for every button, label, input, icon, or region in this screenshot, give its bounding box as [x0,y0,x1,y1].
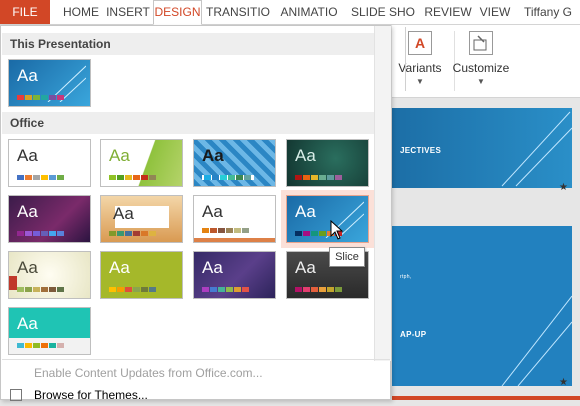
theme-preview-text: Aa [17,202,38,221]
section-header-this-presentation: This Presentation [2,33,374,55]
customize-button[interactable]: Customize ▼ [450,29,512,93]
chevron-down-icon: ▼ [477,77,485,86]
theme-preview-text: Aa [17,314,38,333]
themes-gallery-dropdown: This Presentation Aa Office Aa Aa Aa Aa … [0,25,391,402]
theme-retrospect[interactable]: Aa [193,195,276,243]
theme-preview-text: Aa [295,202,316,221]
theme-preview-text: Aa [109,258,130,277]
tab-file[interactable]: FILE [0,0,50,24]
theme-frame[interactable]: Aa [8,307,91,355]
color-swatches [295,175,343,180]
color-swatches [17,175,65,180]
theme-slice[interactable]: Aa [281,190,374,248]
theme-preview-text: Aa [113,204,134,223]
section-header-office: Office [2,112,374,134]
customize-label: Customize [452,61,510,75]
color-swatches [202,175,254,180]
tab-slide-show[interactable]: SLIDE SHO [350,0,416,24]
theme-office[interactable]: Aa [8,139,91,187]
color-swatches [202,228,250,233]
tab-home[interactable]: HOME [58,0,104,24]
theme-preview-text: Aa [295,258,316,277]
color-swatches [202,287,250,292]
color-swatches [17,231,65,236]
theme-accent-mark [9,276,17,290]
theme-preview-text: Aa [17,146,38,165]
color-swatches [109,287,157,292]
slice-decoration [501,295,572,386]
star-icon: ★ [559,377,568,388]
scrollbar[interactable] [374,26,391,361]
menu-divider [2,359,390,360]
user-name[interactable]: Tiffany G [518,0,580,24]
color-swatches [17,95,65,100]
color-swatches [109,231,157,236]
theme-ion-boardroom[interactable]: Aa [286,139,369,187]
browse-for-themes-item[interactable]: Browse for Themes... [2,384,372,406]
theme-current[interactable]: Aa [8,59,91,107]
variants-label: Variants [398,61,442,75]
slide-body-text: rtph, [400,274,412,280]
tab-insert[interactable]: INSERT [104,0,152,24]
theme-accent-bar [194,238,275,242]
tab-animations[interactable]: ANIMATIO [274,0,344,24]
slide-selection-bar [392,396,580,400]
theme-celestial[interactable]: Aa [193,251,276,299]
color-swatches [17,287,65,292]
theme-wisp[interactable]: Aa [8,251,91,299]
color-swatches [295,287,343,292]
theme-facet[interactable]: Aa [100,139,183,187]
tab-design[interactable]: DESIGN [153,0,202,25]
tab-review[interactable]: REVIEW [422,0,474,24]
theme-preview-text: Aa [109,146,130,165]
chevron-down-icon: ▼ [416,77,424,86]
theme-preview-text: Aa [202,202,223,221]
theme-integral[interactable]: Aa [193,139,276,187]
svg-text:A: A [415,35,425,51]
tab-view[interactable]: VIEW [476,0,514,24]
enable-content-updates-item: Enable Content Updates from Office.com..… [34,366,263,380]
theme-organic[interactable]: Aa [100,195,183,243]
color-swatches [17,343,65,348]
customize-icon [469,31,493,55]
theme-preview-text: Aa [295,146,316,165]
theme-preview-text: Aa [202,146,224,165]
variants-icon: A [408,31,432,55]
theme-preview-text: Aa [17,66,38,85]
theme-preview-text: Aa [17,258,38,277]
star-icon: ★ [559,182,568,193]
theme-preview-text: Aa [202,258,223,277]
slide-thumbnail[interactable]: rtph, AP-UP [392,226,572,386]
theme-banded[interactable]: Aa [100,251,183,299]
variants-button[interactable]: A Variants ▼ [392,29,448,93]
theme-tooltip: Slice [329,247,365,267]
color-swatches [109,175,157,180]
ribbon-divider [405,27,406,91]
slide-title: AP-UP [400,330,427,339]
design-ribbon-panel: A Variants ▼ Customize ▼ [392,25,580,98]
tab-transitions[interactable]: TRANSITIO [203,0,273,24]
slice-decoration [501,111,572,187]
slide-thumbnail[interactable]: JECTIVES [392,108,572,188]
ribbon-tab-bar: FILE HOME INSERT DESIGN TRANSITIO ANIMAT… [0,0,580,25]
slide-title: JECTIVES [400,146,442,155]
folder-icon [10,389,22,401]
slide-thumbnails-pane: JECTIVES ★ rtph, AP-UP ★ [392,98,580,400]
mouse-cursor-icon [330,220,344,240]
theme-ion[interactable]: Aa [8,195,91,243]
